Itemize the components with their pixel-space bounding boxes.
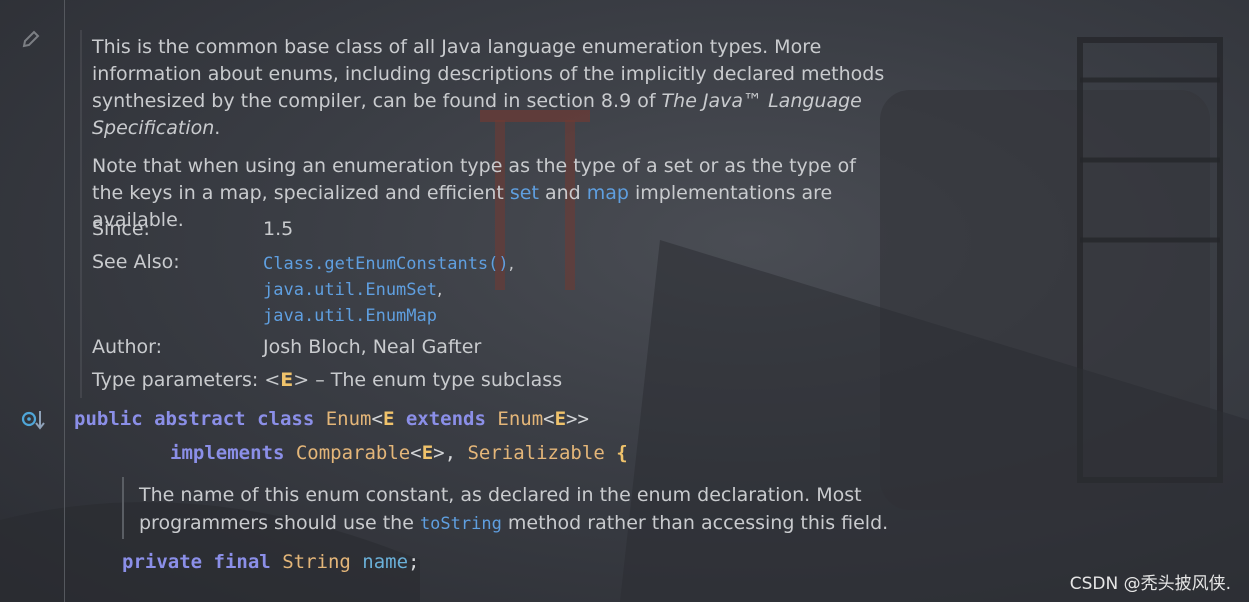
since-row: Since: 1.5 [92,216,293,242]
see-also-link-enummap[interactable]: java.util.EnumMap [263,306,437,326]
field-type: String [282,551,351,573]
see-also-row: See Also: [92,249,180,275]
type-params-row: Type parameters: <E> – The enum type sub… [92,367,562,393]
see-also-label: See Also: [92,251,180,273]
author-row: Author: Josh Bloch, Neal Gafter [92,334,481,360]
type-var-2: E [554,408,567,430]
comparable-type: Comparable [295,442,411,464]
map-link[interactable]: map [587,182,629,204]
type-param-desc: – The enum type subclass [309,369,563,391]
kw-implements: implements [170,442,285,464]
tp-close: > [293,369,310,391]
tostring-link[interactable]: toString [420,514,502,534]
implements-line[interactable]: implements Comparable<E>, Serializable { [170,442,628,464]
type-params-label: Type parameters: [92,369,259,391]
implemented-interface-gutter-icon[interactable] [20,408,46,432]
see-also-link-getEnumConstants[interactable]: Class.getEnumConstants() [263,254,509,274]
open-brace: { [604,442,628,464]
javadoc-description-paragraph: This is the common base class of all Jav… [92,34,892,142]
class-declaration-line[interactable]: public abstract class Enum<E extends Enu… [74,408,589,430]
kw-extends: extends [405,408,486,430]
set-link[interactable]: set [510,182,539,204]
type-var-3: E [421,442,434,464]
kw-final: final [213,551,271,573]
see-also-list: Class.getEnumConstants(), java.util.Enum… [263,251,514,329]
lt2: < [543,408,555,430]
field-name: name [362,551,409,573]
author-label: Author: [92,336,163,358]
tp-open: < [264,369,281,391]
field-doc-end: method rather than accessing this field. [501,512,889,534]
author-value: Josh Bloch, Neal Gafter [263,336,482,358]
lt: < [371,408,383,430]
gt: >> [566,408,589,430]
see-sep: , [437,280,443,300]
lt3: < [410,442,422,464]
serializable-type: Serializable [467,442,605,464]
desc-end: . [214,117,221,139]
class-name: Enum [325,408,372,430]
type-param: <E> – The enum type subclass [264,369,562,391]
pencil-edit-icon[interactable] [20,28,42,50]
kw-class: class [257,408,315,430]
kw-abstract: abstract [154,408,246,430]
field-declaration-line[interactable]: private final String name; [122,551,420,573]
since-label: Since: [92,218,150,240]
field-javadoc-paragraph: The name of this enum constant, as decla… [139,481,919,538]
javadoc-note-paragraph: Note that when using an enumeration type… [92,153,892,234]
note-mid: and [538,182,587,204]
comma: , [444,442,468,464]
see-also-link-enumset[interactable]: java.util.EnumSet [263,280,437,300]
superclass-name: Enum [497,408,544,430]
kw-public: public [74,408,143,430]
see-sep: , [508,254,515,274]
javadoc-left-border [80,30,82,398]
type-var: E [382,408,395,430]
editor-gutter-divider [64,0,65,602]
gt3: > [433,442,445,464]
kw-private: private [122,551,203,573]
type-param-name: E [280,369,294,391]
since-value: 1.5 [263,218,294,240]
semicolon: ; [408,551,420,573]
watermark-text: CSDN @秃头披风侠. [1069,574,1231,594]
field-javadoc-border [122,477,124,539]
